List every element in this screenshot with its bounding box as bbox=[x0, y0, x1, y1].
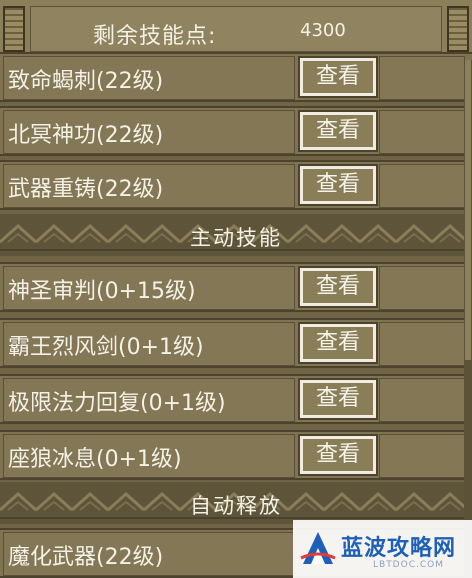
skill-row: 极限法力回复(0+1级) 查看 bbox=[0, 374, 472, 424]
skill-name: 武器重铸(22级) bbox=[8, 177, 164, 202]
skill-name: 座狼冰息(0+1级) bbox=[8, 447, 182, 472]
skill-points-value: 4300 bbox=[300, 20, 346, 41]
view-button[interactable]: 查看 bbox=[298, 266, 378, 308]
skill-tail-cell bbox=[379, 164, 465, 208]
skill-row: 致命蝎刺(22级) 查看 bbox=[0, 52, 472, 102]
view-button[interactable]: 查看 bbox=[298, 164, 378, 206]
skill-points-label: 剩余技能点: bbox=[93, 24, 217, 49]
section-banner-active: 主动技能 bbox=[0, 214, 472, 256]
skill-points-header: 剩余技能点: 4300 bbox=[0, 0, 472, 60]
skill-row: 神圣审判(0+15级) 查看 bbox=[0, 262, 472, 312]
view-button[interactable]: 查看 bbox=[298, 56, 378, 98]
skill-row: 座狼冰息(0+1级) 查看 bbox=[0, 430, 472, 480]
skill-name: 魔化武器(22级) bbox=[8, 545, 164, 570]
skill-row: 武器重铸(22级) 查看 bbox=[0, 160, 472, 210]
view-button[interactable]: 查看 bbox=[298, 110, 378, 152]
watermark-logo-icon bbox=[300, 532, 336, 564]
skill-name: 神圣审判(0+15级) bbox=[8, 279, 196, 304]
skill-name: 致命蝎刺(22级) bbox=[8, 69, 164, 94]
watermark-text: 蓝波攻略网 bbox=[341, 536, 457, 561]
skill-tail-cell bbox=[379, 110, 465, 154]
scrollbar-thumb[interactable] bbox=[465, 60, 471, 360]
watermark: 蓝波攻略网 LBTDOC.COM bbox=[293, 520, 472, 578]
section-title: 主动技能 bbox=[190, 226, 282, 250]
section-title: 自动释放 bbox=[190, 494, 282, 518]
ornament-right bbox=[447, 6, 469, 52]
view-button[interactable]: 查看 bbox=[298, 434, 378, 476]
skill-tail-cell bbox=[379, 266, 465, 310]
skill-name: 北冥神功(22级) bbox=[8, 123, 164, 148]
skill-tail-cell bbox=[379, 378, 465, 422]
skill-row: 霸王烈风剑(0+1级) 查看 bbox=[0, 318, 472, 368]
skill-tail-cell bbox=[379, 434, 465, 478]
view-button[interactable]: 查看 bbox=[298, 378, 378, 420]
watermark-subtext: LBTDOC.COM bbox=[373, 560, 444, 570]
skill-tail-cell bbox=[379, 322, 465, 366]
skill-name: 极限法力回复(0+1级) bbox=[8, 391, 226, 416]
skill-name: 霸王烈风剑(0+1级) bbox=[8, 335, 204, 360]
ornament-left bbox=[3, 6, 25, 52]
skill-tail-cell bbox=[379, 56, 465, 100]
skill-row: 北冥神功(22级) 查看 bbox=[0, 106, 472, 156]
view-button[interactable]: 查看 bbox=[298, 322, 378, 364]
header-inner bbox=[30, 6, 442, 52]
section-banner-auto: 自动释放 bbox=[0, 482, 472, 524]
